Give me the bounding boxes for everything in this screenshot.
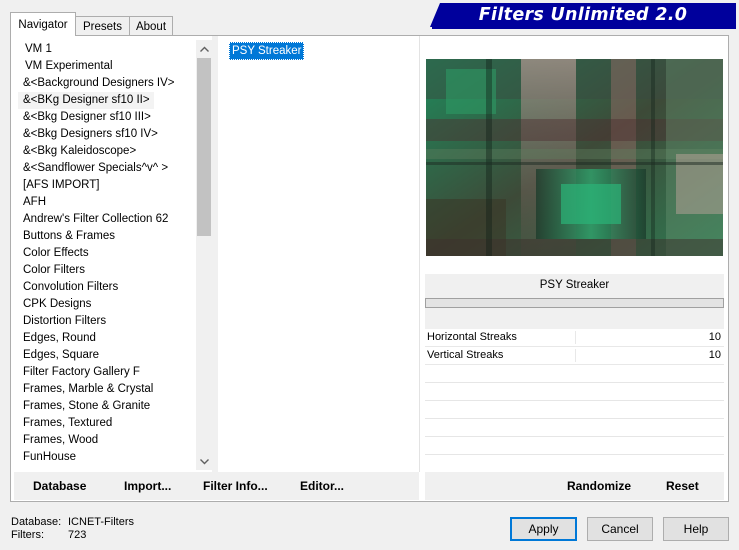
param-row-horizontal-streaks[interactable]: Horizontal Streaks 10 [425,329,724,347]
list-item[interactable]: VM 1 [18,41,196,58]
list-item[interactable]: Convolution Filters [18,279,196,296]
list-item[interactable]: &<Bkg Designer sf10 III> [18,109,196,126]
list-item[interactable]: Edges, Round [18,330,196,347]
cancel-button[interactable]: Cancel [587,517,653,541]
list-item[interactable]: Distortion Filters [18,313,196,330]
list-item[interactable]: FunHouse [18,449,196,466]
list-item[interactable]: Color Filters [18,262,196,279]
filter-info-button[interactable]: Filter Info... [203,479,268,493]
list-item[interactable]: &<Bkg Kaleidoscope> [18,143,196,160]
panel-divider [419,36,420,472]
filters-count-label: Filters: [11,529,44,541]
filter-item-selected[interactable]: PSY Streaker [229,42,305,60]
grid-line [425,436,724,437]
list-item[interactable]: Frames, Textured [18,415,196,432]
parameter-action-bar: Randomize Reset [425,472,724,500]
navigator-action-bar: Database Import... Filter Info... Editor… [14,472,419,500]
database-label: Database: [11,516,62,528]
editor-button[interactable]: Editor... [300,479,344,493]
param-separator [575,331,576,344]
param-name: Vertical Streaks [427,349,504,361]
list-item[interactable]: Filter Factory Gallery F [18,364,196,381]
filter-preview-image [426,59,723,256]
param-value[interactable]: 10 [709,347,721,364]
list-item[interactable]: Edges, Square [18,347,196,364]
param-value[interactable]: 10 [709,329,721,346]
param-separator [575,349,576,362]
scrollbar-thumb[interactable] [197,58,211,236]
grid-line [425,400,724,401]
grid-line [425,454,724,455]
chevron-up-icon[interactable] [196,40,212,57]
help-button[interactable]: Help [663,517,729,541]
chevron-down-icon[interactable] [196,453,212,470]
list-item[interactable]: &<Bkg Designers sf10 IV> [18,126,196,143]
banner-underline [432,27,736,29]
tab-presets[interactable]: Presets [75,16,130,36]
parameter-slider-track[interactable] [425,298,724,308]
category-scrollbar[interactable] [196,40,212,470]
list-item[interactable]: Frames, Marble & Crystal [18,381,196,398]
randomize-button[interactable]: Randomize [567,479,631,493]
category-list[interactable]: VM 1 VM Experimental &<Background Design… [18,41,196,469]
import-button[interactable]: Import... [124,479,171,493]
list-item[interactable]: CPK Designs [18,296,196,313]
list-item[interactable]: Frames, Stone & Granite [18,398,196,415]
database-button[interactable]: Database [33,479,86,493]
list-item[interactable]: Andrew's Filter Collection 62 [18,211,196,228]
filter-name-label: PSY Streaker [425,274,724,297]
tab-navigator[interactable]: Navigator [10,12,76,36]
apply-button[interactable]: Apply [510,517,577,541]
filter-list[interactable]: PSY Streaker [218,41,418,469]
app-title-banner: Filters Unlimited 2.0 [430,3,736,27]
list-item[interactable]: AFH [18,194,196,211]
param-row-vertical-streaks[interactable]: Vertical Streaks 10 [425,347,724,365]
list-item[interactable]: Color Effects [18,245,196,262]
grid-line [425,418,724,419]
list-item[interactable]: &<Background Designers IV> [18,75,196,92]
list-item-selected[interactable]: &<BKg Designer sf10 II> [18,92,154,109]
filters-count-value: 723 [68,529,87,541]
reset-button[interactable]: Reset [666,479,699,493]
list-item[interactable]: Frames, Wood [18,432,196,449]
list-item[interactable]: [AFS IMPORT] [18,177,196,194]
list-item[interactable]: Buttons & Frames [18,228,196,245]
filter-parameters: PSY Streaker Horizontal Streaks 10 Verti… [425,274,724,470]
list-item[interactable]: &<Sandflower Specials^v^ > [18,160,196,177]
list-item[interactable]: VM Experimental [18,58,196,75]
param-name: Horizontal Streaks [427,331,517,343]
database-value: ICNET-Filters [68,516,134,528]
grid-line [425,382,724,383]
tab-about[interactable]: About [129,16,173,36]
